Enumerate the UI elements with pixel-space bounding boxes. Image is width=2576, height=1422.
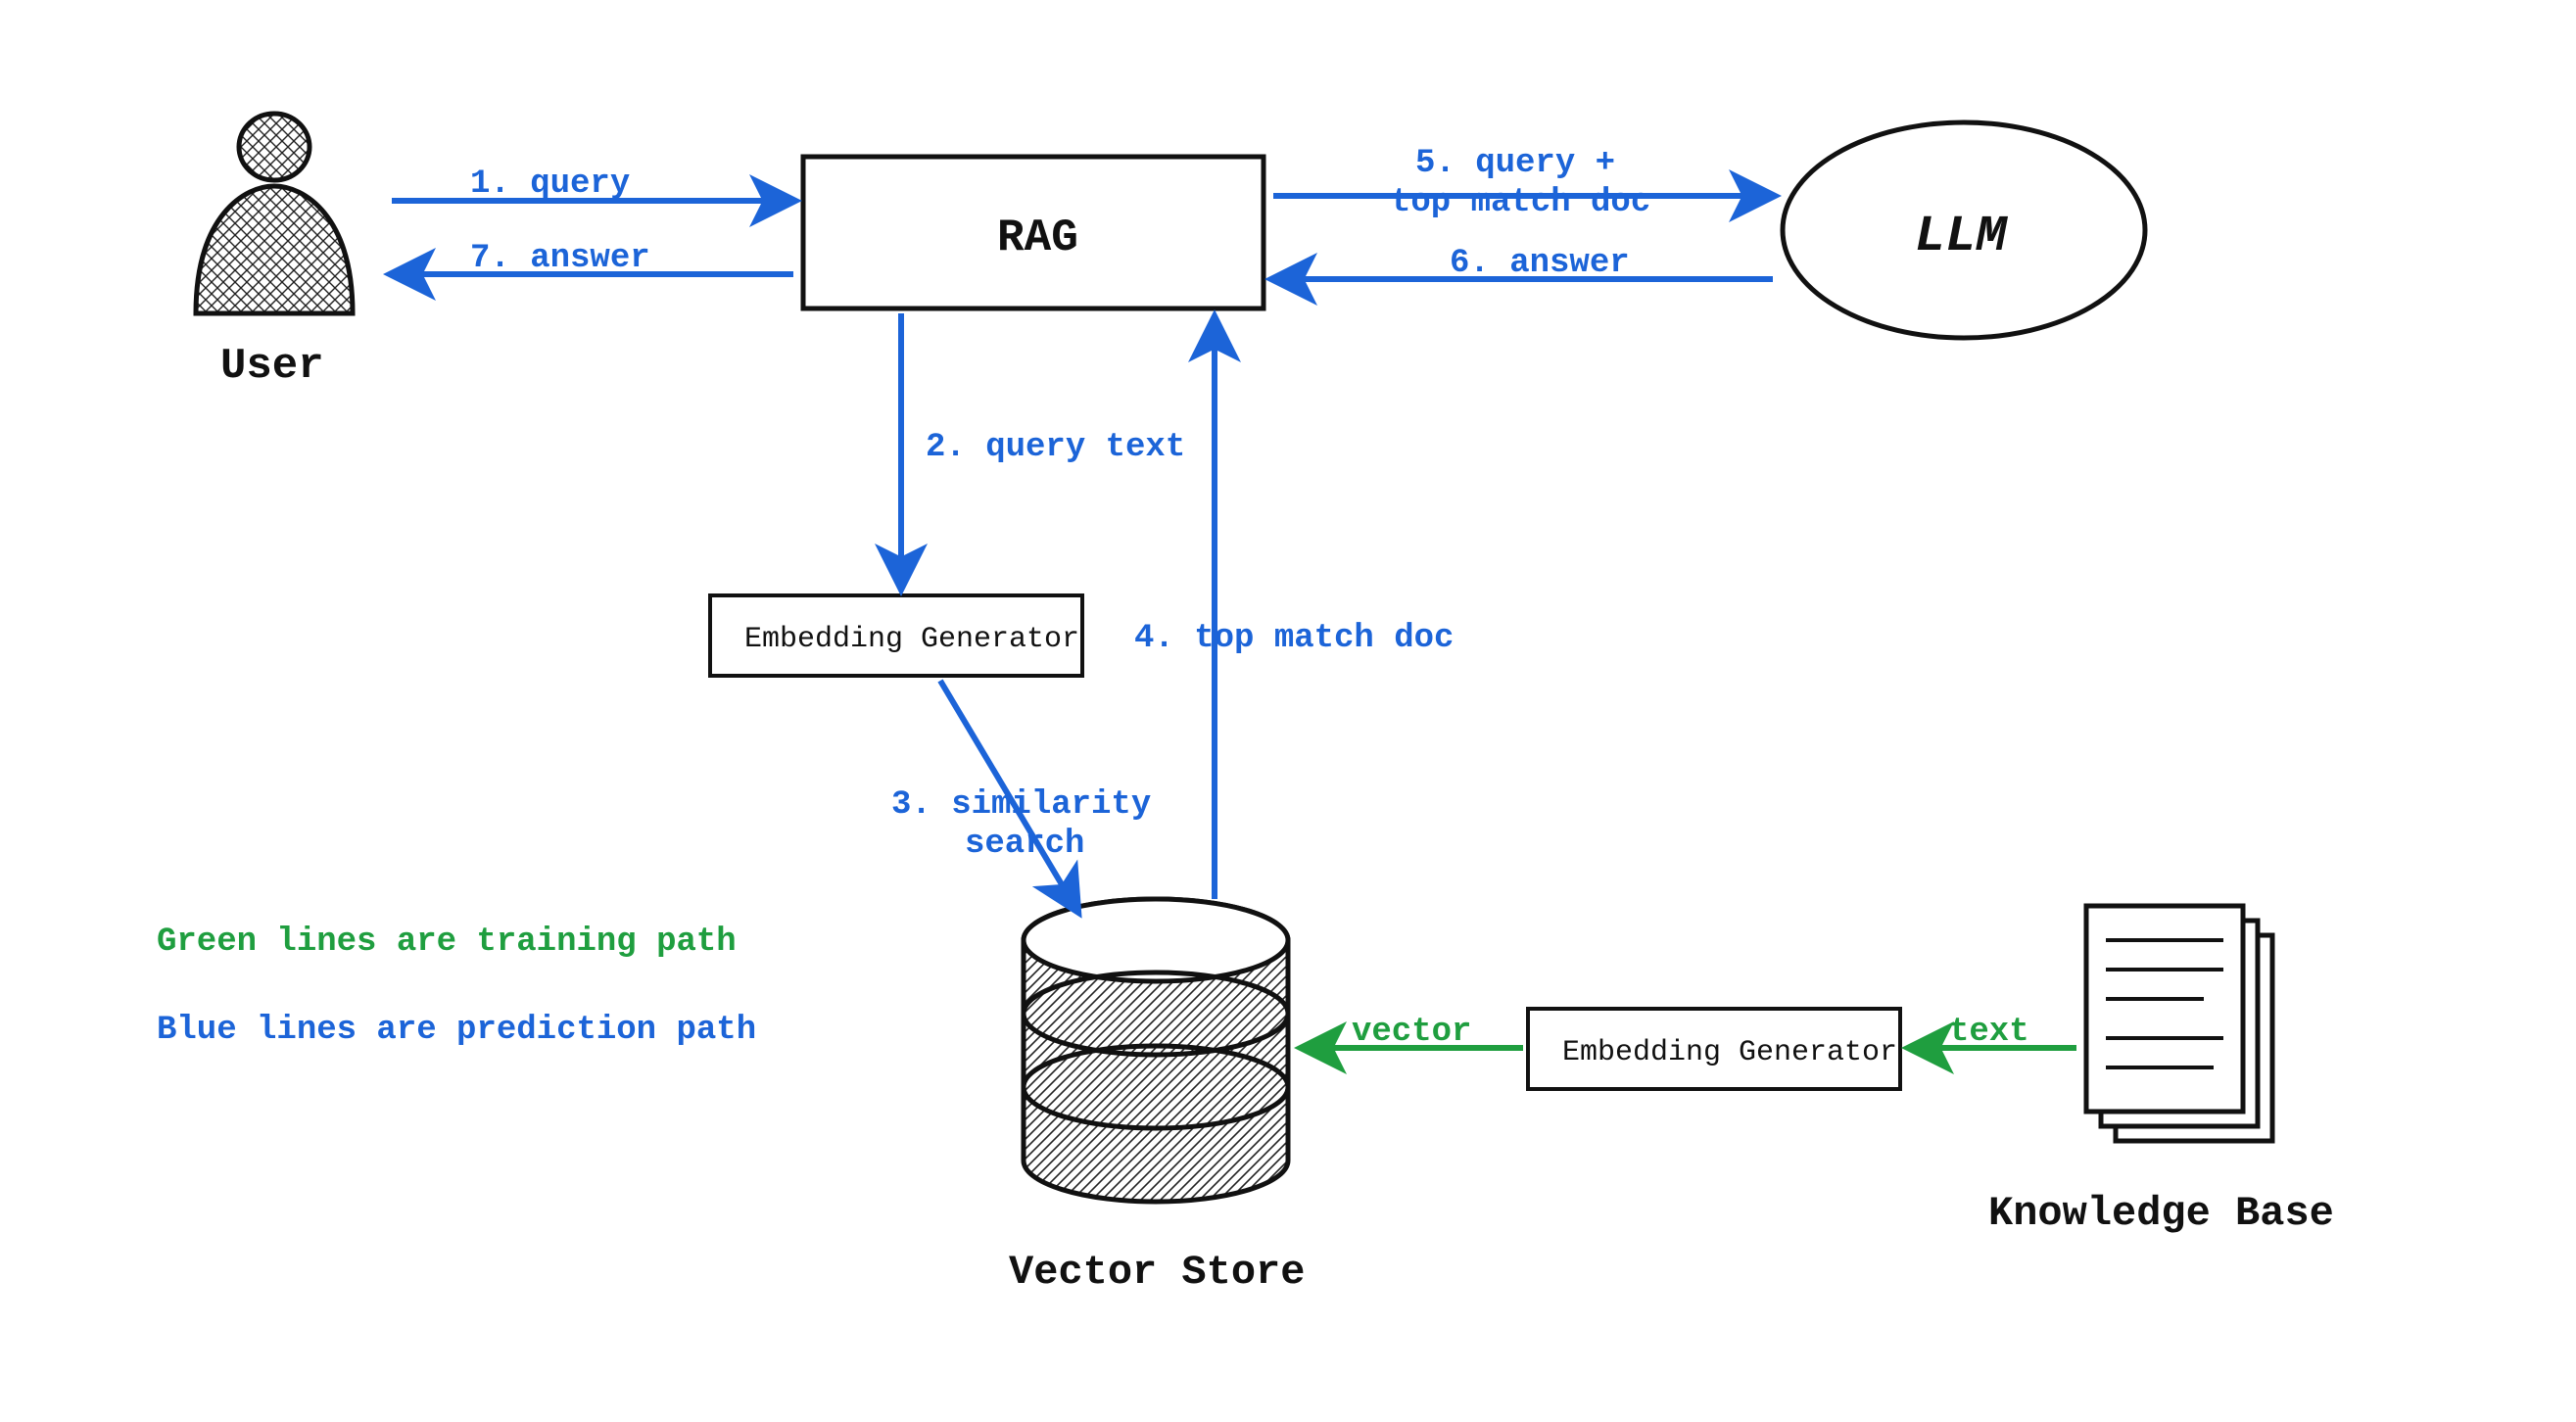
legend-blue: Blue lines are prediction path (157, 1012, 756, 1049)
edge-text-label: text (1949, 1014, 2029, 1051)
llm-node: LLM (1783, 122, 2145, 338)
edge-top-match-doc-label: 4. top match doc (1134, 620, 1454, 657)
edge-query-text-label: 2. query text (926, 429, 1185, 466)
edge-answer-7-label: 7. answer (470, 240, 650, 277)
rag-label: RAG (997, 213, 1078, 263)
embedding-generator-bottom: Embedding Generator (1528, 1009, 1900, 1089)
user-icon (196, 114, 353, 313)
knowledge-base-icon (2086, 906, 2272, 1141)
legend-green: Green lines are training path (157, 924, 737, 961)
vector-store-icon (1024, 899, 1288, 1202)
edge-vector-label: vector (1352, 1014, 1471, 1051)
knowledge-base-label: Knowledge Base (1988, 1190, 2334, 1237)
rag-box: RAG (803, 157, 1264, 308)
edge-query-plus-doc-l2: top match doc (1391, 184, 1650, 221)
edge-answer-6-label: 6. answer (1450, 245, 1630, 282)
edge-similarity-search-l1: 3. similarity (891, 786, 1151, 824)
edge-similarity-search-l2: search (965, 826, 1084, 863)
embedding-generator-bottom-label: Embedding Generator (1562, 1036, 1897, 1069)
edge-query-plus-doc-l1: 5. query + (1415, 145, 1615, 182)
embedding-generator-top: Embedding Generator (710, 595, 1082, 676)
llm-label: LLM (1915, 208, 2008, 265)
rag-architecture-diagram: User RAG LLM Embedding Generator Vector … (0, 0, 2576, 1422)
embedding-generator-top-label: Embedding Generator (744, 623, 1079, 656)
vector-store-label: Vector Store (1009, 1249, 1305, 1296)
edge-query-label: 1. query (470, 166, 630, 203)
user-label: User (220, 342, 324, 391)
